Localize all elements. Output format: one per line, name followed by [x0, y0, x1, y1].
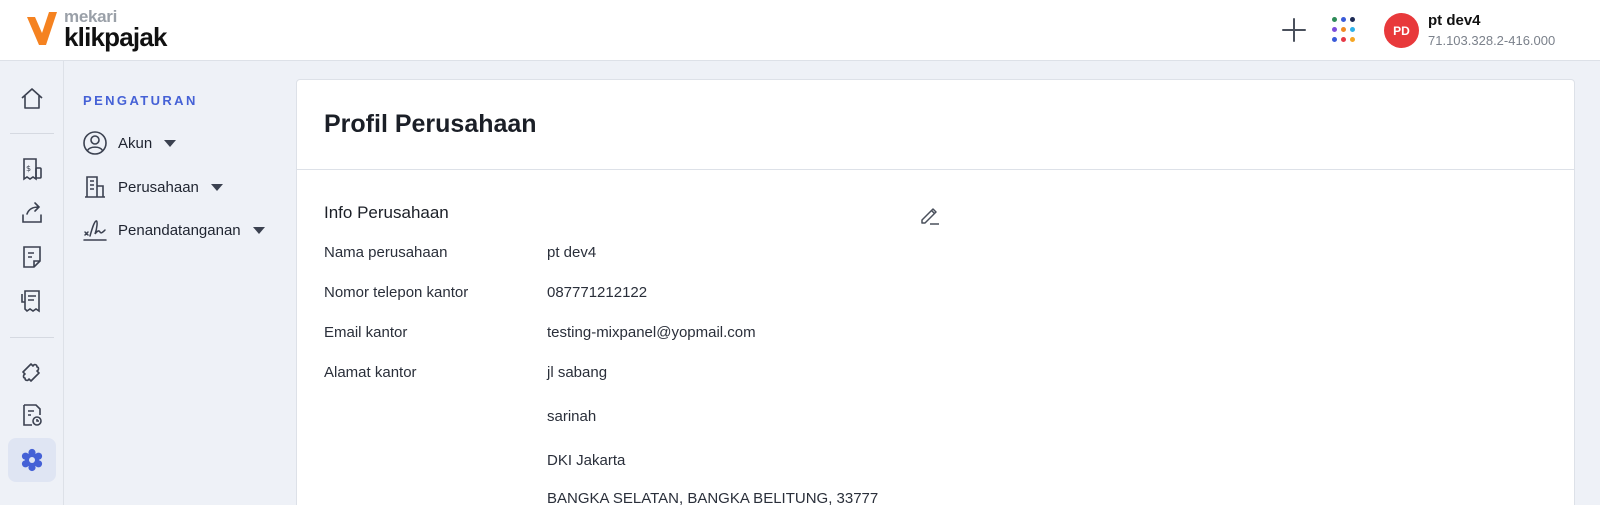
field-value-address-line-1: jl sabang — [547, 364, 608, 381]
app-dot — [1341, 17, 1346, 22]
field-value-email: testing-mixpanel@yopmail.com — [547, 324, 756, 341]
document-icon — [23, 246, 41, 268]
rail-home-button[interactable] — [8, 77, 56, 121]
settings-menu: PENGATURAN Akun Perusahaan Penandatangan… — [64, 61, 292, 505]
field-value-address-line-3: DKI Jakarta — [547, 452, 626, 469]
field-value-phone: 087771212122 — [547, 284, 648, 301]
chevron-down-icon — [252, 226, 265, 234]
avatar[interactable]: PD — [1384, 13, 1419, 48]
field-value-address-line-4: BANGKA SELATAN, BANGKA BELITUNG, 33777 — [547, 490, 879, 505]
svg-text:$: $ — [26, 164, 31, 173]
field-value-address-line-2: sarinah — [547, 408, 597, 425]
pencil-icon — [921, 208, 939, 225]
tax-report-icon — [23, 404, 42, 426]
plus-icon — [1282, 18, 1306, 42]
signature-icon — [83, 220, 107, 241]
menu-item-akun[interactable]: Akun — [82, 128, 177, 158]
rail-receipt-button[interactable] — [8, 279, 56, 323]
field-label-phone: Nomor telepon kantor — [324, 284, 469, 301]
rail-document-button[interactable] — [8, 235, 56, 279]
app-switcher-button[interactable] — [1330, 15, 1360, 45]
home-icon — [21, 88, 43, 109]
company-name: pt dev4 — [1428, 12, 1481, 29]
rail-settings-button[interactable] — [8, 438, 56, 482]
logo-check-icon — [27, 12, 57, 45]
rail-upload-button[interactable] — [8, 191, 56, 235]
app-dot — [1341, 27, 1346, 32]
app-dot — [1332, 17, 1337, 22]
menu-item-label: Perusahaan — [118, 178, 199, 196]
icon-rail: $ — [0, 61, 64, 505]
app-dot — [1332, 27, 1337, 32]
app-dot — [1350, 17, 1355, 22]
menu-item-label: Akun — [118, 134, 153, 152]
field-label-address: Alamat kantor — [324, 364, 417, 381]
chevron-down-icon — [164, 139, 177, 147]
field-label-email: Email kantor — [324, 324, 408, 341]
user-circle-icon — [83, 131, 107, 155]
section-title: Info Perusahaan — [324, 203, 449, 222]
receipt-icon — [21, 290, 40, 313]
logo-brand-text: klikpajak — [64, 22, 167, 52]
settings-menu-title: PENGATURAN — [83, 93, 198, 108]
app-dot — [1350, 27, 1355, 32]
menu-item-perusahaan[interactable]: Perusahaan — [82, 172, 223, 202]
app-dot — [1332, 37, 1337, 42]
building-icon — [85, 176, 105, 198]
company-switcher[interactable]: pt dev4 71.103.328.2-416.000 — [1428, 12, 1555, 48]
app-dot — [1350, 37, 1355, 42]
gear-icon — [21, 448, 43, 472]
puzzle-icon — [22, 363, 40, 382]
add-button[interactable] — [1280, 16, 1308, 44]
company-npwp: 71.103.328.2-416.000 — [1428, 33, 1556, 48]
rail-report-button[interactable] — [8, 393, 56, 437]
invoice-icon: $ — [23, 158, 42, 181]
rail-invoice-button[interactable]: $ — [8, 147, 56, 191]
klikpajak-logo[interactable]: mekari klikpajak — [24, 6, 167, 52]
rail-integration-button[interactable] — [8, 349, 56, 393]
edit-company-info-button[interactable] — [918, 203, 942, 227]
menu-item-penandatanganan[interactable]: Penandatanganan — [82, 215, 265, 245]
chevron-down-icon — [210, 183, 223, 191]
field-value-company-name: pt dev4 — [547, 244, 597, 261]
card-header: Profil Perusahaan — [297, 80, 1574, 170]
app-dot — [1341, 37, 1346, 42]
top-bar: mekari klikpajak PD pt dev4 71.103.328.2… — [0, 0, 1600, 61]
menu-item-label: Penandatanganan — [118, 221, 241, 239]
upload-icon — [22, 202, 42, 223]
company-profile-card: Profil Perusahaan Info Perusahaan Nama p… — [296, 79, 1575, 505]
page-title: Profil Perusahaan — [324, 110, 537, 138]
field-label-company-name: Nama perusahaan — [324, 244, 448, 261]
